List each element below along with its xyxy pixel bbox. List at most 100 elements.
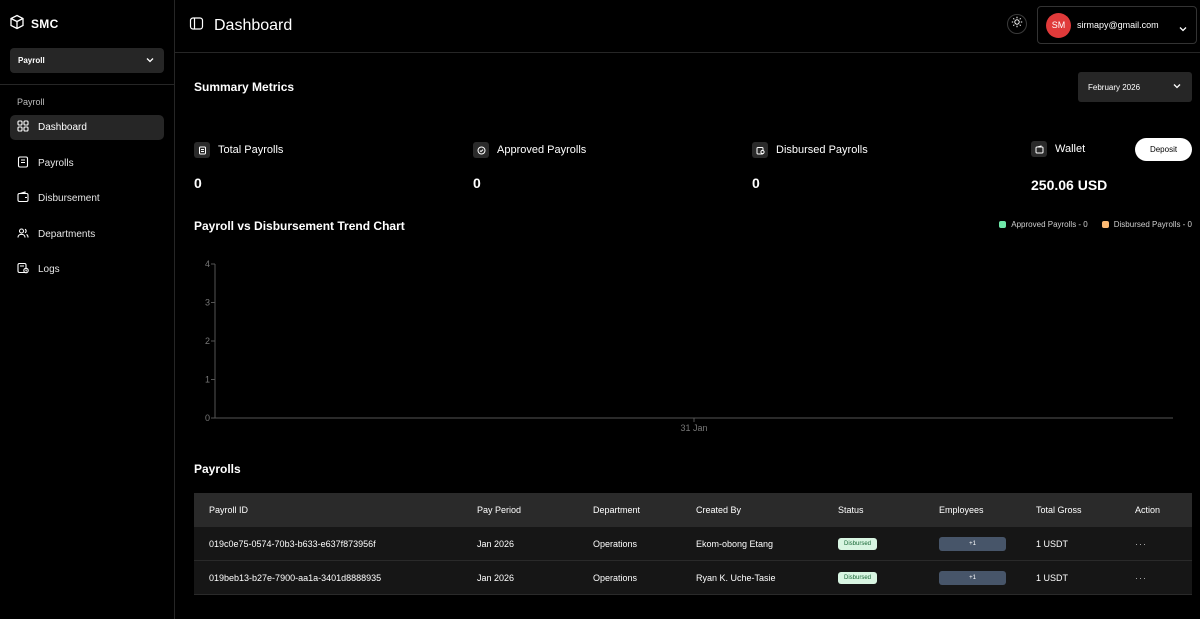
brand-name: SMC [31, 17, 59, 31]
column-header[interactable]: Department [593, 505, 696, 515]
theme-toggle-button[interactable] [1007, 14, 1027, 34]
cube-logo-icon [9, 14, 25, 35]
legend-item-approved[interactable]: Approved Payrolls - 0 [999, 220, 1088, 229]
status-badge: Disbursed [838, 538, 878, 550]
legend-label: Disbursed Payrolls - 0 [1113, 220, 1192, 229]
metric-approved-payrolls: Approved Payrolls 0 [473, 142, 586, 191]
table-row[interactable]: 019beb13-b27e-7900-aa1a-3401d8888935 Jan… [194, 561, 1192, 595]
avatar: SM [1046, 12, 1071, 38]
employees-badge[interactable]: +1 [939, 570, 1006, 585]
total-gross: 1 USDT [1036, 538, 1069, 549]
month-select-value: February 2026 [1088, 82, 1141, 92]
total-gross: 1 USDT [1036, 572, 1069, 583]
legend-label: Approved Payrolls - 0 [1011, 220, 1088, 229]
metric-total-payrolls: Total Payrolls 0 [194, 142, 283, 191]
sidebar-item-departments[interactable]: Departments [10, 222, 164, 247]
legend-swatch [999, 221, 1007, 228]
users-icon [17, 227, 29, 242]
y-tick-label: 1 [205, 375, 210, 385]
trend-chart-svg: 0 1 2 3 4 31 Jan [205, 259, 1173, 433]
employees-badge[interactable]: +1 [939, 536, 1006, 551]
column-header[interactable]: Pay Period [477, 505, 593, 515]
payrolls-title: Payrolls [194, 462, 241, 476]
sidebar-nav: Dashboard Payrolls Disbursement Departme… [0, 115, 174, 282]
check-circle-icon [473, 142, 489, 158]
sidebar-item-payrolls[interactable]: Payrolls [10, 151, 164, 176]
main-content: Dashboard SM sirmapy@gmail.com Summary M… [175, 0, 1200, 619]
payroll-id: 019beb13-b27e-7900-aa1a-3401d8888935 [209, 572, 382, 583]
user-menu[interactable]: SM sirmapy@gmail.com [1037, 6, 1197, 44]
wallet-icon [1031, 141, 1047, 157]
column-header[interactable]: Employees [939, 505, 1036, 515]
status-cell: Disbursed [838, 537, 939, 550]
sidebar: SMC Payroll Payroll Dashboard Payrolls D… [0, 0, 175, 619]
chart-legend: Approved Payrolls - 0 Disbursed Payrolls… [999, 220, 1192, 229]
column-header[interactable]: Payroll ID [194, 505, 477, 515]
wallet-icon [17, 191, 29, 206]
dashboard-content: Summary Metrics February 2026 Total Payr… [175, 53, 1200, 236]
column-header[interactable]: Created By [696, 505, 838, 515]
sidebar-item-label: Dashboard [38, 122, 87, 133]
brand[interactable]: SMC [0, 0, 174, 48]
org-select[interactable]: Payroll [10, 48, 164, 73]
topbar: Dashboard SM sirmapy@gmail.com [175, 0, 1200, 53]
department: Operations [593, 538, 638, 549]
sidebar-toggle-icon[interactable] [189, 16, 204, 36]
pay-period: Jan 2026 [477, 538, 515, 549]
department: Operations [593, 572, 638, 583]
chevron-down-icon [1178, 21, 1188, 39]
y-tick-label: 3 [205, 298, 210, 308]
metric-label: Total Payrolls [218, 144, 284, 156]
month-select[interactable]: February 2026 [1078, 72, 1192, 102]
metrics-row: Total Payrolls 0 Approved Payrolls 0 Dis… [194, 121, 1192, 216]
column-header[interactable]: Total Gross [1036, 505, 1135, 515]
row-actions-button[interactable]: ··· [1135, 539, 1192, 549]
summary-header: Summary Metrics February 2026 [194, 53, 1192, 121]
sidebar-item-disbursement[interactable]: Disbursement [10, 186, 164, 211]
y-tick-label: 2 [205, 336, 210, 346]
metric-value: 250.06 USD [1031, 177, 1108, 193]
created-by: Ekom-obong Etang [696, 538, 774, 549]
sun-icon [1011, 15, 1023, 33]
column-header[interactable]: Status [838, 505, 939, 515]
sidebar-item-label: Payrolls [38, 157, 74, 169]
metric-disbursed-payrolls: Disbursed Payrolls 0 [752, 142, 868, 191]
chevron-down-icon [145, 52, 155, 70]
status-badge: Disbursed [838, 572, 878, 584]
table-header-row: Payroll ID Pay Period Department Created… [194, 493, 1192, 527]
row-actions-button[interactable]: ··· [1135, 573, 1192, 583]
metric-label: Wallet [1055, 143, 1086, 155]
employees-cell: +1 [939, 570, 1036, 585]
sidebar-item-label: Departments [38, 228, 96, 240]
table-row[interactable]: 019c0e75-0574-70b3-b633-e637f873956f Jan… [194, 527, 1192, 561]
legend-item-disbursed[interactable]: Disbursed Payrolls - 0 [1101, 220, 1192, 229]
sidebar-item-label: Logs [38, 264, 60, 275]
employees-cell: +1 [939, 536, 1036, 551]
pay-period: Jan 2026 [477, 572, 515, 583]
summary-title: Summary Metrics [194, 80, 295, 94]
y-tick-label: 4 [205, 259, 210, 269]
metric-label: Disbursed Payrolls [776, 144, 868, 156]
metric-value: 0 [752, 175, 760, 191]
status-cell: Disbursed [838, 571, 939, 584]
logs-icon [17, 262, 29, 277]
deposit-button[interactable]: Deposit [1135, 138, 1192, 161]
user-email: sirmapy@gmail.com [1077, 20, 1159, 30]
sidebar-section-label: Payroll [17, 97, 45, 107]
document-icon [194, 142, 210, 158]
disburse-icon [752, 142, 768, 158]
x-tick-label: 31 Jan [680, 423, 707, 433]
legend-swatch [1101, 221, 1109, 228]
grid-icon [17, 120, 29, 135]
metric-value: 0 [194, 175, 202, 191]
sidebar-item-dashboard[interactable]: Dashboard [10, 115, 164, 140]
metric-value: 0 [473, 175, 481, 191]
y-tick-label: 0 [205, 413, 210, 423]
org-select-value: Payroll [18, 56, 45, 65]
trend-chart: 0 1 2 3 4 31 Jan [175, 252, 1195, 442]
metric-label: Approved Payrolls [497, 144, 587, 156]
payrolls-table: Payroll ID Pay Period Department Created… [194, 493, 1192, 595]
sidebar-item-logs[interactable]: Logs [10, 257, 164, 282]
payroll-id: 019c0e75-0574-70b3-b633-e637f873956f [209, 538, 376, 549]
column-header: Action [1135, 504, 1161, 515]
